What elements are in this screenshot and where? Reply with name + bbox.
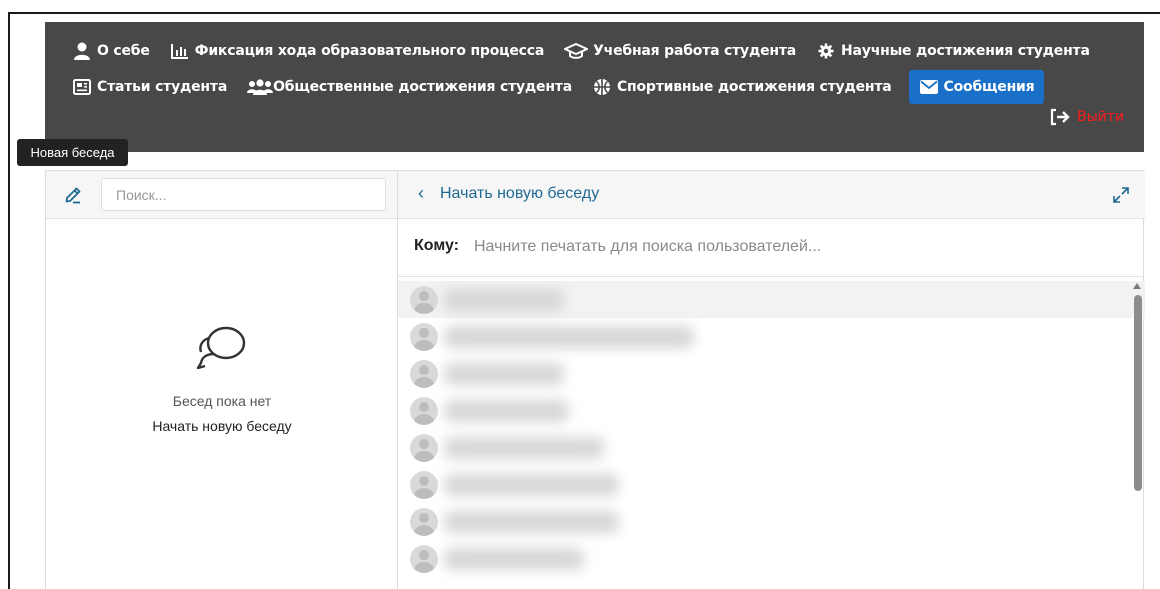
user-list-item[interactable]: ███████████████████████ <box>398 318 1145 355</box>
frame-border-top <box>8 12 1160 14</box>
user-name: █████████████████ <box>444 510 619 533</box>
nav-item-label: Фиксация хода образовательного процесса <box>194 43 545 59</box>
new-conversation-pane: ‹ Начать новую беседу Кому: ████████████… <box>398 171 1145 589</box>
avatar <box>410 396 438 425</box>
frame-border-left <box>8 12 10 589</box>
new-conversation-tooltip: Новая беседа <box>17 139 128 166</box>
nav-item-education-progress[interactable]: Фиксация хода образовательного процесса <box>167 35 547 67</box>
avatar <box>410 433 438 462</box>
start-conversation-link[interactable]: Начать новую беседу <box>46 418 398 434</box>
nav-item-science[interactable]: Научные достижения студента <box>813 35 1093 67</box>
header-title: Начать новую беседу <box>440 184 600 202</box>
chart-bar-icon <box>170 42 190 60</box>
scrollbar-thumb[interactable] <box>1134 295 1142 491</box>
user-list-item[interactable]: ████████████ <box>398 392 1145 429</box>
user-name: ████████████████ <box>444 547 584 570</box>
user-icon <box>72 42 92 60</box>
empty-state: Бесед пока нет Начать новую беседу <box>46 321 398 434</box>
user-list-scrollbar[interactable] <box>1129 281 1145 589</box>
nav-item-articles[interactable]: Статьи студента <box>69 71 230 103</box>
empty-title: Бесед пока нет <box>172 393 272 409</box>
user-list-item[interactable]: █████████████████ <box>398 503 1145 540</box>
recipient-label: Кому: <box>414 237 459 254</box>
avatar <box>410 285 438 314</box>
nav-item-social[interactable]: Общественные достижения студента <box>244 71 575 103</box>
chat-bubbles-icon <box>196 326 246 370</box>
expand-icon[interactable] <box>1111 185 1131 205</box>
nav-item-label: Статьи студента <box>97 79 228 95</box>
sign-out-icon <box>1049 108 1071 126</box>
back-button[interactable]: ‹ Начать новую беседу <box>418 183 599 204</box>
recipient-row: Кому: <box>398 219 1145 277</box>
user-list-item[interactable]: ████████████████ <box>398 540 1145 577</box>
gear-icon <box>816 42 836 60</box>
nav-item-label: Спортивные достижения студента <box>616 79 892 95</box>
messaging-panel: Бесед пока нет Начать новую беседу ‹ Нач… <box>45 170 1145 589</box>
avatar <box>410 544 438 573</box>
user-list-item[interactable]: ████████████████ <box>398 429 1145 466</box>
nav-row-2: Статьи студента Общественные достижения … <box>69 70 1058 104</box>
nav-row-1: О себе Фиксация хода образовательного пр… <box>69 35 1107 67</box>
nav-item-sports[interactable]: Спортивные достижения студента <box>589 71 895 103</box>
nav-item-label: Научные достижения студента <box>841 43 1090 59</box>
avatar <box>410 470 438 499</box>
new-conversation-header: ‹ Начать новую беседу <box>398 171 1145 219</box>
avatar <box>410 507 438 536</box>
user-list: ████████████ ███████████████████████ ███… <box>398 281 1145 589</box>
nav-item-label: О себе <box>97 43 150 59</box>
pencil-icon <box>65 187 81 204</box>
scroll-up-arrow-icon[interactable] <box>1133 283 1141 289</box>
newspaper-icon <box>72 78 92 96</box>
nav-item-messages[interactable]: Сообщения <box>908 70 1045 104</box>
user-name: ███████████████████████ <box>444 325 694 348</box>
chevron-left-icon: ‹ <box>418 183 424 203</box>
nav-item-label: Сообщения <box>943 79 1035 95</box>
user-name: █████████████████ <box>444 473 619 496</box>
user-name: ████████████ <box>444 399 569 422</box>
user-name: ████████████ <box>444 362 564 385</box>
logout-label: Выйти <box>1076 109 1124 125</box>
avatar <box>410 322 438 351</box>
user-name: ████████████ <box>444 288 564 311</box>
user-name: ████████████████ <box>444 436 604 459</box>
nav-item-about[interactable]: О себе <box>69 35 153 67</box>
search-input[interactable] <box>101 178 386 211</box>
nav-item-label: Общественные достижения студента <box>273 79 572 95</box>
top-navigation: О себе Фиксация хода образовательного пр… <box>45 22 1144 152</box>
new-conversation-button[interactable] <box>62 184 84 206</box>
user-list-item[interactable]: ████████████ <box>398 281 1145 318</box>
user-list-item[interactable]: █████████████████ <box>398 466 1145 503</box>
user-list-item[interactable]: ████████████ <box>398 355 1145 392</box>
nav-item-study-work[interactable]: Учебная работа студента <box>561 35 799 67</box>
envelope-icon <box>919 78 939 96</box>
conversations-pane: Бесед пока нет Начать новую беседу <box>46 171 398 589</box>
basketball-icon <box>592 78 612 96</box>
recipient-search-input[interactable] <box>474 229 1114 265</box>
nav-item-label: Учебная работа студента <box>593 43 797 59</box>
logout-link[interactable]: Выйти <box>1049 108 1124 126</box>
avatar <box>410 359 438 388</box>
users-icon <box>247 78 274 96</box>
conversations-header <box>46 171 397 219</box>
graduation-cap-icon <box>564 42 589 60</box>
